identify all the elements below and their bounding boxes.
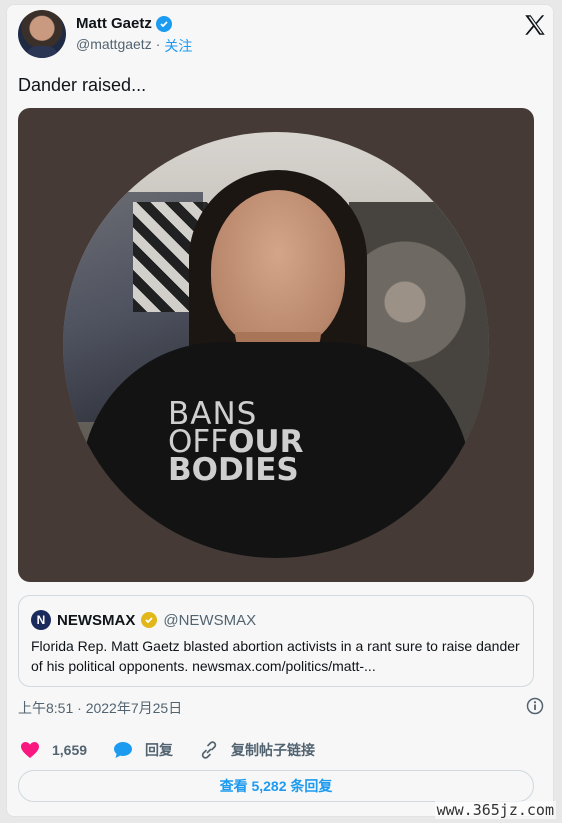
- link-icon: [201, 741, 217, 759]
- quoted-author-handle: @NEWSMAX: [163, 611, 257, 629]
- site-watermark: www.365jz.com: [434, 801, 556, 819]
- avatar[interactable]: [18, 10, 66, 58]
- photo-face: [211, 190, 345, 350]
- shirt-text: BANS OFFOUR BODIES: [63, 399, 489, 488]
- tweet-actions: 1,659 回复 复制帖子链接: [20, 738, 542, 762]
- like-action[interactable]: 1,659: [20, 741, 87, 759]
- follow-link[interactable]: 关注: [164, 36, 192, 56]
- shirt-text-line3: BODIES: [168, 452, 299, 488]
- reply-label: 回复: [145, 742, 174, 758]
- tweet-header: Matt Gaetz @mattgaetz · 关注: [18, 10, 548, 60]
- verified-icon: [155, 15, 172, 32]
- quoted-author-name: NEWSMAX: [57, 611, 136, 629]
- copy-link-label: 复制帖子链接: [231, 742, 316, 758]
- x-logo-icon[interactable]: [522, 12, 548, 38]
- reply-action[interactable]: 回复: [113, 740, 173, 760]
- verified-org-icon: [141, 612, 158, 628]
- view-replies-button[interactable]: 查看 5,282 条回复: [18, 770, 534, 802]
- quoted-header: N NEWSMAX @NEWSMAX: [31, 610, 256, 630]
- tweet-media-image[interactable]: BANS OFFOUR BODIES: [18, 108, 534, 582]
- tweet-timestamp[interactable]: 上午8:51 · 2022年7月25日: [18, 698, 182, 718]
- author-display-name[interactable]: Matt Gaetz: [76, 15, 152, 32]
- reply-bubble-icon: [114, 742, 133, 758]
- quoted-tweet[interactable]: N NEWSMAX @NEWSMAX Florida Rep. Matt Gae…: [18, 595, 534, 687]
- author-handle-row: @mattgaetz · 关注: [76, 36, 192, 56]
- copy-link-action[interactable]: 复制帖子链接: [199, 740, 315, 760]
- photo-circle: BANS OFFOUR BODIES: [63, 132, 489, 558]
- author-handle[interactable]: @mattgaetz: [76, 36, 152, 56]
- info-icon[interactable]: [526, 697, 544, 715]
- newsmax-logo-icon: N: [31, 610, 51, 630]
- like-count: 1,659: [52, 742, 88, 758]
- quoted-text: Florida Rep. Matt Gaetz blasted abortion…: [31, 638, 520, 674]
- heart-icon: [21, 742, 39, 758]
- author-name-row: Matt Gaetz: [76, 15, 172, 32]
- separator-dot: ·: [155, 36, 161, 52]
- tweet-text: Dander raised...: [18, 75, 147, 95]
